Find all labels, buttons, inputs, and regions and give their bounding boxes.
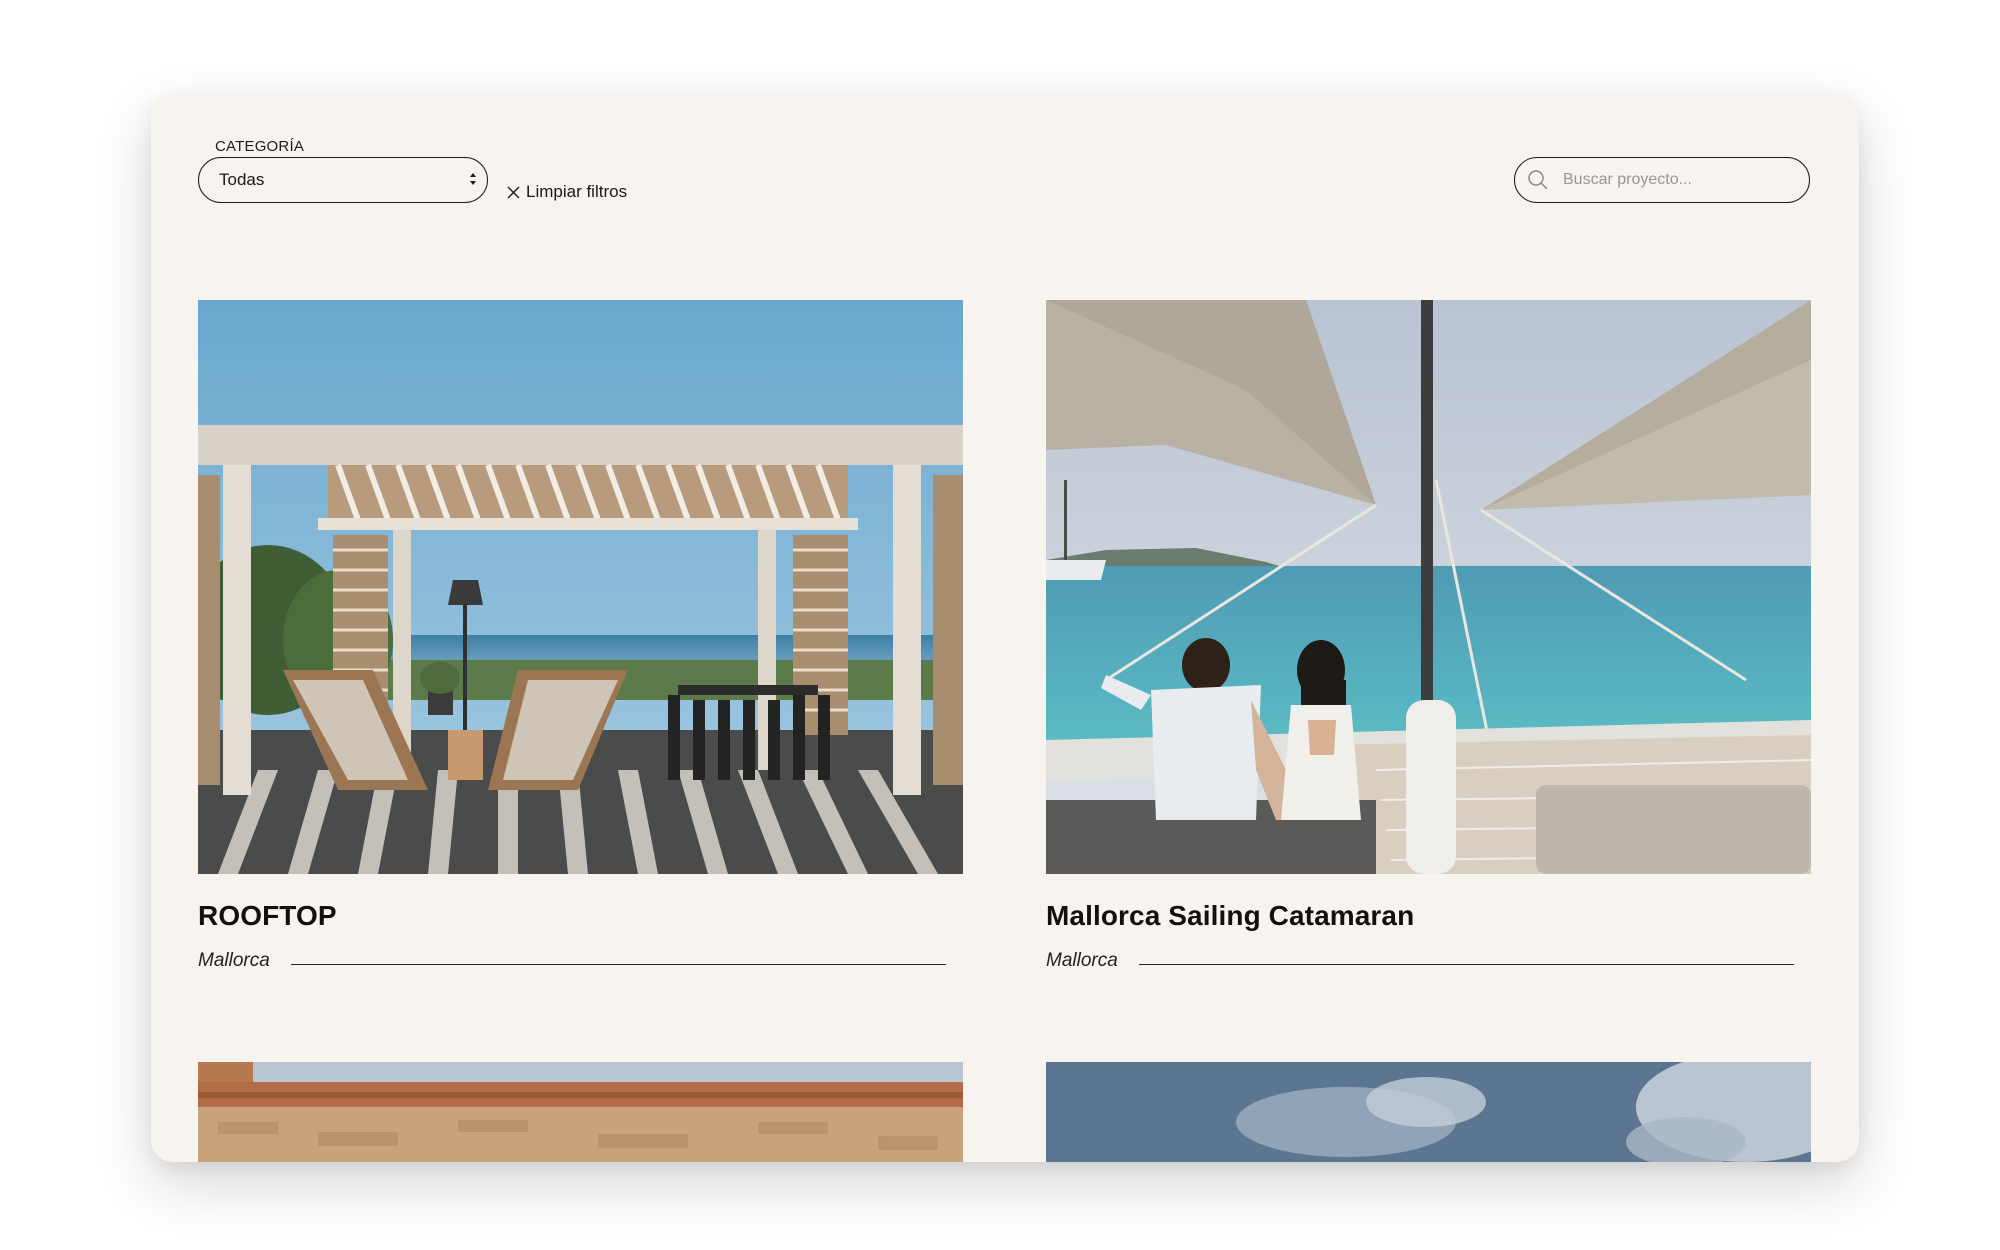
- project-image-catamaran[interactable]: [1046, 300, 1811, 874]
- project-image-stone-house[interactable]: [198, 1062, 963, 1162]
- category-selected-value: Todas: [219, 170, 265, 189]
- project-location: Mallorca: [1046, 950, 1118, 971]
- project-title[interactable]: ROOFTOP: [198, 900, 337, 932]
- category-select[interactable]: Todas: [198, 157, 488, 203]
- clear-filters-label: Limpiar filtros: [526, 182, 628, 201]
- search-icon: [1528, 170, 1548, 190]
- project-location: Mallorca: [198, 950, 270, 971]
- project-title[interactable]: Mallorca Sailing Catamaran: [1046, 900, 1414, 932]
- projects-page: CATEGORÍA Todas Limpiar filtros Buscar p…: [151, 94, 1859, 1162]
- project-image-sky[interactable]: [1046, 1062, 1811, 1162]
- search-input[interactable]: [1561, 170, 1785, 190]
- project-divider: [1139, 964, 1794, 966]
- project-image-rooftop[interactable]: [198, 300, 963, 874]
- clear-filters-button[interactable]: Limpiar filtros: [507, 182, 627, 202]
- search-box[interactable]: [1514, 157, 1810, 203]
- project-divider: [291, 964, 946, 966]
- category-label: CATEGORÍA: [215, 138, 305, 155]
- close-icon: [507, 186, 520, 198]
- chevron-up-down-icon: [470, 173, 476, 185]
